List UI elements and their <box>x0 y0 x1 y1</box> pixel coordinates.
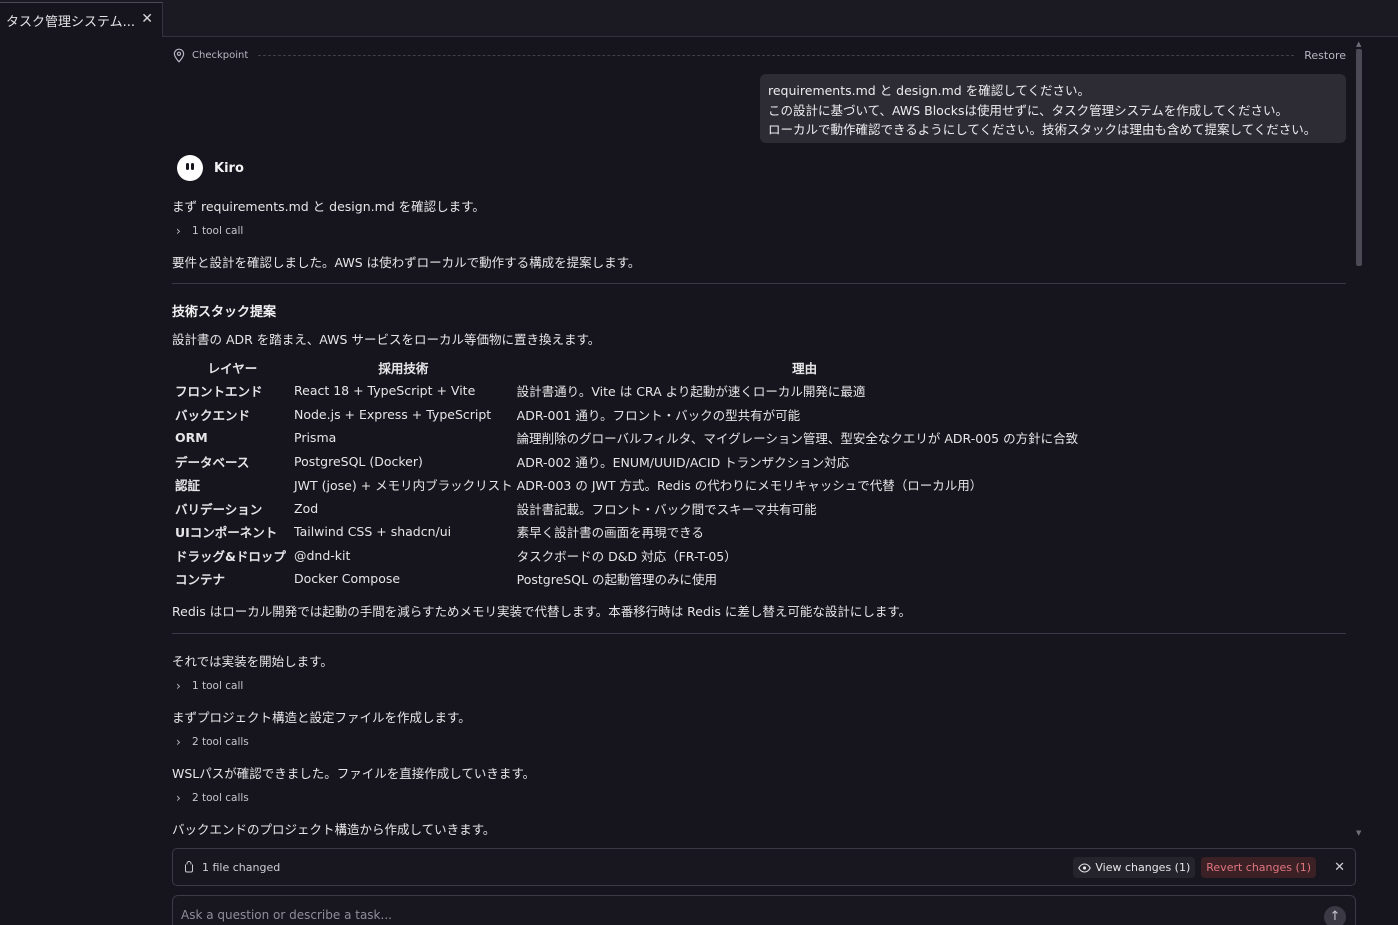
tool-call-toggle[interactable]: › 1 tool call <box>176 224 243 238</box>
section-title: 技術スタック提案 <box>172 305 277 320</box>
revert-changes-label: Revert changes (1) <box>1206 861 1312 874</box>
table-cell: Tailwind CSS + shadcn/ui <box>294 524 452 540</box>
table-header-cell: 理由 <box>792 361 818 376</box>
scroll-down-icon[interactable]: ▼ <box>1356 829 1361 837</box>
table-cell: Node.js + Express + TypeScript <box>294 406 492 422</box>
table-cell: ドラッグ&ドロップ <box>175 548 286 564</box>
message-redis-note: Redis はローカル開発では起動の手間を減らすためメモリ実装で代替します。本番… <box>172 604 912 619</box>
table-cell: バックエンド <box>175 407 251 423</box>
user-message-bubble: requirements.md と design.md を確認してください。 こ… <box>760 74 1346 143</box>
table-row: バックエンド Node.js + Express + TypeScript AD… <box>173 403 1095 427</box>
table-cell: Docker Compose <box>294 571 401 587</box>
close-icon[interactable]: ✕ <box>1334 860 1345 875</box>
table-row: UIコンポーネント Tailwind CSS + shadcn/ui 素早く設計… <box>173 520 1095 544</box>
section-description: 設計書の ADR を踏まえ、AWS サービスをローカル等価物に置き換えます。 <box>172 332 601 347</box>
file-changed-label: 1 file changed <box>202 860 281 874</box>
table-cell: タスクボードの D&D 対応（FR-T-05） <box>516 548 737 564</box>
message-wsl: WSLパスが確認できました。ファイルを直接作成していきます。 <box>172 766 536 781</box>
section-divider <box>172 633 1346 634</box>
table-header-row: レイヤー 採用技術 理由 <box>173 356 1095 379</box>
tab-bar: タスク管理システム... ✕ <box>0 0 1398 37</box>
table-row: バリデーション Zod 設計書記載。フロント・バック間でスキーマ共有可能 <box>173 497 1095 521</box>
tab-close-icon[interactable]: ✕ <box>141 11 153 27</box>
tool-call-label: 2 tool calls <box>192 792 249 804</box>
tool-call-toggle[interactable]: › 1 tool call <box>176 679 243 693</box>
agent-name: Kiro <box>214 160 244 176</box>
message-backend: バックエンドのプロジェクト構造から作成していきます。 <box>172 822 496 837</box>
user-message-line: ローカルで動作確認できるようにしてください。技術スタックは理由も含めて提案してく… <box>768 122 1317 137</box>
message-intro: まず requirements.md と design.md を確認します。 <box>172 199 485 214</box>
table-cell: バリデーション <box>175 501 263 517</box>
table-row: ドラッグ&ドロップ @dnd-kit タスクボードの D&D 対応（FR-T-0… <box>173 544 1095 568</box>
section-divider <box>172 283 1346 284</box>
map-pin-icon <box>173 48 185 63</box>
agent-header: Kiro <box>177 155 244 181</box>
chevron-right-icon: › <box>176 679 181 693</box>
chat-content: Checkpoint Restore requirements.md と des… <box>172 37 1346 837</box>
chevron-right-icon: › <box>176 735 181 749</box>
chevron-right-icon: › <box>176 791 181 805</box>
table-cell: ADR-002 通り。ENUM/UUID/ACID トランザクション対応 <box>516 454 850 470</box>
table-cell: 論理削除のグローバルフィルタ、マイグレーション管理、型安全なクエリが ADR-0… <box>516 431 1079 447</box>
table-cell: コンテナ <box>175 572 226 588</box>
chat-input[interactable] <box>181 906 1281 924</box>
chevron-right-icon: › <box>176 224 181 238</box>
table-cell: 認証 <box>175 478 201 494</box>
user-message-line: requirements.md と design.md を確認してください。 <box>768 83 1090 98</box>
table-header-cell: 採用技術 <box>378 361 429 376</box>
tool-call-label: 1 tool call <box>192 225 244 237</box>
arrow-up-icon: ↑ <box>1329 909 1341 924</box>
restore-button[interactable]: Restore <box>1304 49 1346 62</box>
table-row: コンテナ Docker Compose PostgreSQL の起動管理のみに使… <box>173 567 1095 591</box>
checkpoint-row: Checkpoint Restore <box>172 47 1346 63</box>
tab-chat[interactable]: タスク管理システム... ✕ <box>0 2 163 37</box>
table-cell: Zod <box>294 500 319 516</box>
table-row: 認証 JWT (jose) + メモリ内ブラックリスト ADR-003 の JW… <box>173 473 1095 497</box>
table-cell: 設計書記載。フロント・バック間でスキーマ共有可能 <box>516 501 817 517</box>
table-cell: ADR-001 通り。フロント・バックの型共有が可能 <box>516 407 801 423</box>
table-header-cell: レイヤー <box>207 361 258 376</box>
table-cell: PostgreSQL (Docker) <box>294 453 423 469</box>
checkpoint-divider <box>258 54 1295 56</box>
table-cell: PostgreSQL の起動管理のみに使用 <box>516 572 718 588</box>
chat-input-box[interactable]: ↑ <box>172 895 1356 925</box>
message-confirmed: 要件と設計を確認しました。AWS は使わずローカルで動作する構成を提案します。 <box>172 255 641 270</box>
changes-actions: View changes (1) Revert changes (1) ✕ <box>1073 857 1345 878</box>
table-cell: JWT (jose) + メモリ内ブラックリスト <box>294 478 513 494</box>
tool-call-label: 2 tool calls <box>192 736 249 748</box>
table-cell: React 18 + TypeScript + Vite <box>294 383 476 399</box>
eye-icon <box>1078 862 1092 873</box>
view-changes-button[interactable]: View changes (1) <box>1073 857 1196 878</box>
checkpoint-label: Checkpoint <box>192 49 249 61</box>
message-start-impl: それでは実装を開始します。 <box>172 654 333 669</box>
table-cell: ADR-003 の JWT 方式。Redis の代わりにメモリキャッシュで代替（… <box>516 478 983 494</box>
user-message-line: この設計に基づいて、AWS Blocksは使用せずに、タスク管理システムを作成し… <box>768 102 1288 118</box>
message-project-struct: まずプロジェクト構造と設定ファイルを作成します。 <box>172 710 471 725</box>
file-changes-bar: 1 file changed View changes (1) Revert c… <box>172 848 1356 886</box>
table-cell: フロントエンド <box>175 384 263 400</box>
table-cell: ORM <box>175 430 208 446</box>
table-cell: 設計書通り。Vite は CRA より起動が速くローカル開発に最適 <box>516 384 866 400</box>
tool-call-toggle[interactable]: › 2 tool calls <box>176 791 249 805</box>
scroll-up-icon[interactable]: ▲ <box>1356 40 1361 48</box>
table-cell: UIコンポーネント <box>175 525 278 541</box>
send-button[interactable]: ↑ <box>1324 906 1346 925</box>
table-cell: 素早く設計書の画面を再現できる <box>516 525 704 541</box>
tool-call-label: 1 tool call <box>192 680 244 692</box>
table-row: データベース PostgreSQL (Docker) ADR-002 通り。EN… <box>173 450 1095 474</box>
kiro-avatar-icon <box>177 155 203 181</box>
table-cell: Prisma <box>294 430 337 446</box>
file-icon <box>185 861 193 873</box>
revert-changes-button[interactable]: Revert changes (1) <box>1201 857 1317 878</box>
tech-stack-table: レイヤー 採用技術 理由 フロントエンド React 18 + TypeScri… <box>173 356 1095 591</box>
view-changes-label: View changes (1) <box>1095 861 1191 874</box>
tab-title: タスク管理システム... <box>6 14 136 30</box>
tool-call-toggle[interactable]: › 2 tool calls <box>176 735 249 749</box>
table-row: フロントエンド React 18 + TypeScript + Vite 設計書… <box>173 379 1095 403</box>
table-cell: データベース <box>175 454 250 470</box>
table-row: ORM Prisma 論理削除のグローバルフィルタ、マイグレーション管理、型安全… <box>173 426 1095 450</box>
scrollbar-thumb[interactable] <box>1356 49 1362 266</box>
table-cell: @dnd-kit <box>294 547 351 563</box>
